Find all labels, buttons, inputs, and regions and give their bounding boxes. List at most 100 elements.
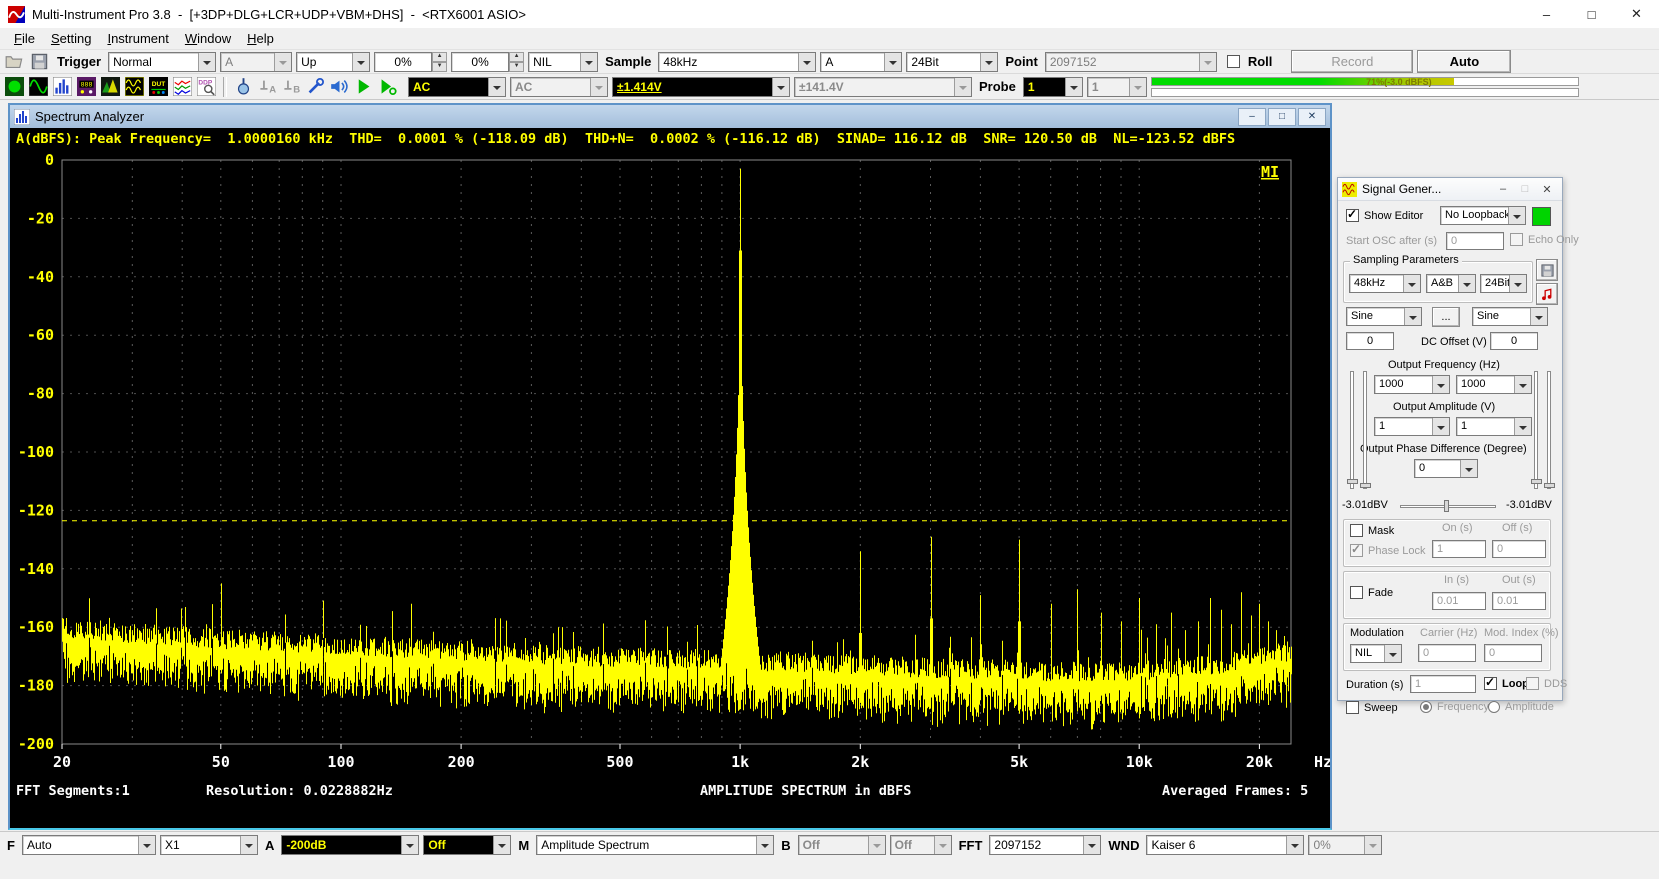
chevron-down-icon[interactable] <box>1384 645 1401 662</box>
amplitude-a-select[interactable]: 1 <box>1374 417 1450 436</box>
menu-setting[interactable]: Setting <box>43 30 99 47</box>
minimize-button[interactable]: – <box>1524 0 1569 28</box>
device-test-plan-icon[interactable]: DUT <box>148 76 169 97</box>
chevron-down-icon[interactable] <box>1432 418 1449 435</box>
sg-sample-rate-select[interactable]: 48kHz <box>1349 274 1421 293</box>
spin-up-icon[interactable]: ▲ <box>509 52 524 62</box>
sample-rate-select[interactable]: 48kHz <box>658 52 816 72</box>
x-multiplier-select[interactable]: X1 <box>160 835 258 855</box>
siggen-minimize-button[interactable]: – <box>1492 183 1514 195</box>
menu-instrument[interactable]: Instrument <box>99 30 176 47</box>
calibration-icon[interactable] <box>305 76 326 97</box>
spin-up-icon[interactable]: ▲ <box>432 52 447 62</box>
chevron-down-icon[interactable] <box>1404 308 1421 325</box>
more-options-button[interactable]: ... <box>1432 307 1460 327</box>
save-icon[interactable] <box>29 51 50 72</box>
waveform-b-select[interactable]: Sine <box>1472 307 1548 326</box>
chevron-down-icon[interactable] <box>138 836 155 854</box>
loopback-select[interactable]: No Loopback <box>1440 206 1526 225</box>
generator-run-button[interactable] <box>1532 207 1551 226</box>
amplitude-b-slider[interactable] <box>1547 371 1551 489</box>
slider-handle[interactable] <box>1544 483 1555 488</box>
close-button[interactable]: ✕ <box>1614 0 1659 28</box>
chevron-down-icon[interactable] <box>1508 207 1525 224</box>
chevron-down-icon[interactable] <box>1065 78 1082 96</box>
spin-down-icon[interactable]: ▼ <box>432 62 447 72</box>
slider-handle[interactable] <box>1531 479 1542 484</box>
spin-down-icon[interactable]: ▼ <box>509 62 524 72</box>
spectrum-minimize-button[interactable]: – <box>1238 108 1266 126</box>
balance-slider-handle[interactable] <box>1444 500 1449 512</box>
a-ref-select[interactable]: Off <box>423 835 511 855</box>
fade-checkbox[interactable]: Fade <box>1350 586 1393 599</box>
chevron-down-icon[interactable] <box>198 53 215 71</box>
a-range-select[interactable]: -200dB <box>281 835 419 855</box>
input-probe-icon[interactable] <box>233 76 254 97</box>
chevron-down-icon[interactable] <box>1458 275 1475 292</box>
sweep-checkbox[interactable]: Sweep <box>1346 701 1398 714</box>
run-icon[interactable] <box>353 76 374 97</box>
chevron-down-icon[interactable] <box>1286 836 1303 854</box>
amplitude-b-select[interactable]: 1 <box>1456 417 1532 436</box>
sg-channels-select[interactable]: A&B <box>1426 274 1476 293</box>
chevron-down-icon[interactable] <box>1509 275 1526 292</box>
modulation-select[interactable]: NIL <box>1350 644 1402 663</box>
chevron-down-icon[interactable] <box>1514 418 1531 435</box>
trigger-mode-select[interactable]: Normal <box>108 52 216 72</box>
siggen-close-button[interactable]: ✕ <box>1536 183 1558 196</box>
sample-bits-select[interactable]: 24Bit <box>906 52 998 72</box>
sound-device-icon[interactable] <box>329 76 350 97</box>
chevron-down-icon[interactable] <box>493 836 510 854</box>
slider-handle[interactable] <box>1347 479 1358 484</box>
chevron-down-icon[interactable] <box>1432 376 1449 393</box>
chevron-down-icon[interactable] <box>798 53 815 71</box>
chevron-down-icon[interactable] <box>1083 836 1100 854</box>
trigger-level-stepper[interactable]: 0%▲▼ <box>374 52 447 72</box>
spectrum-close-button[interactable]: ✕ <box>1298 108 1326 126</box>
chevron-down-icon[interactable] <box>756 836 773 854</box>
slider-handle[interactable] <box>1360 483 1371 488</box>
spectrum-maximize-button[interactable]: □ <box>1268 108 1296 126</box>
chevron-down-icon[interactable] <box>980 53 997 71</box>
ground-a-icon[interactable]: A <box>257 76 278 97</box>
chevron-down-icon[interactable] <box>401 836 418 854</box>
chevron-down-icon[interactable] <box>352 53 369 71</box>
signal-generator-titlebar[interactable]: Signal Gener... – □ ✕ <box>1338 178 1562 201</box>
mask-checkbox[interactable]: Mask <box>1350 524 1394 537</box>
fft-size-select[interactable]: 2097152 <box>989 835 1101 855</box>
hpf-select[interactable]: NIL <box>528 52 598 72</box>
amplitude-a-fine-slider[interactable] <box>1363 371 1367 489</box>
trigger-delay-stepper[interactable]: 0%▲▼ <box>451 52 524 72</box>
roll-checkbox[interactable]: Roll <box>1227 54 1276 69</box>
chevron-down-icon[interactable] <box>884 53 901 71</box>
sample-channel-select[interactable]: A <box>820 52 902 72</box>
spectrum-analyzer-icon[interactable] <box>52 76 73 97</box>
sg-bits-select[interactable]: 24Bit <box>1480 274 1527 293</box>
show-editor-checkbox[interactable]: Show Editor <box>1346 209 1423 222</box>
menu-window[interactable]: Window <box>177 30 239 47</box>
display-mode-select[interactable]: Amplitude Spectrum <box>536 835 774 855</box>
auto-button[interactable]: Auto <box>1417 50 1511 73</box>
data-logger-icon[interactable] <box>172 76 193 97</box>
window-function-select[interactable]: Kaiser 6 <box>1146 835 1304 855</box>
chevron-down-icon[interactable] <box>488 78 505 96</box>
run-loop-icon[interactable] <box>377 76 398 97</box>
oscilloscope-icon[interactable] <box>28 76 49 97</box>
amplitude-a-slider[interactable] <box>1350 371 1354 489</box>
frequency-a-select[interactable]: 1000 <box>1374 375 1450 394</box>
chevron-down-icon[interactable] <box>772 78 789 96</box>
open-icon[interactable] <box>4 51 25 72</box>
ground-b-icon[interactable]: B <box>281 76 302 97</box>
signal-generator-icon[interactable] <box>124 76 145 97</box>
dc-offset-b-stepper[interactable]: 0▲▼ <box>1490 332 1505 351</box>
chevron-down-icon[interactable] <box>580 53 597 71</box>
frequency-b-select[interactable]: 1000 <box>1456 375 1532 394</box>
waveform-a-select[interactable]: Sine <box>1346 307 1422 326</box>
save-waveform-button[interactable] <box>1536 259 1558 281</box>
range-a-select[interactable]: ±1.414V <box>612 77 790 97</box>
chevron-down-icon[interactable] <box>1403 275 1420 292</box>
probe-a-select[interactable]: 1 <box>1023 77 1083 97</box>
multimeter-icon[interactable]: 888 <box>76 76 97 97</box>
trigger-edge-select[interactable]: Up <box>296 52 370 72</box>
menu-help[interactable]: Help <box>239 30 282 47</box>
